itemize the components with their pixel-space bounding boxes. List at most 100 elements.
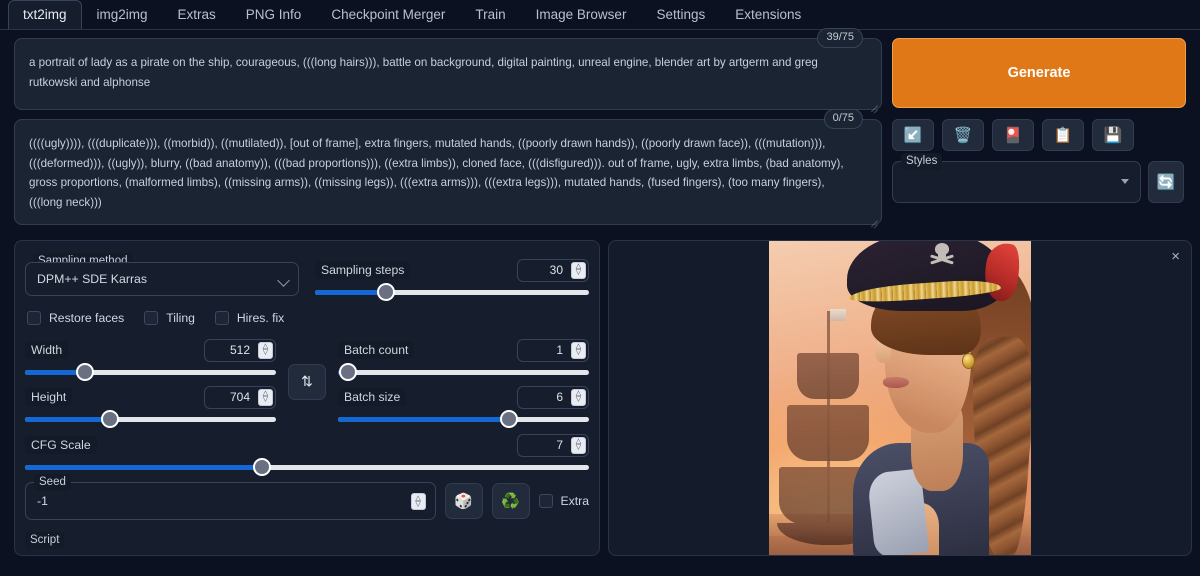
tab-label: Settings [656,7,706,22]
resize-grip-icon[interactable] [867,96,878,114]
extra-seed-checkbox[interactable]: Extra [538,494,589,508]
webui-root: txt2img img2img Extras PNG Info Checkpoi… [0,0,1200,576]
chevron-down-icon [277,274,290,287]
hires-fix-checkbox[interactable]: Hires. fix [214,311,284,325]
styles-dropdown[interactable]: Styles [892,153,1141,203]
batch-count-slider-group: Batch count 1 △ ▽ [338,338,589,381]
tab-extras[interactable]: Extras [163,0,231,29]
sampling-steps-numberbox[interactable]: 30 △ ▽ [517,258,589,282]
sampling-steps-label: Sampling steps [315,261,411,279]
sampling-method-group: Sampling method DPM++ SDE Karras [25,253,299,297]
reuse-seed-recycle-icon[interactable]: ♻️ [491,483,530,519]
checkbox-label: Extra [560,494,589,508]
slider-thumb[interactable] [101,410,120,428]
checkbox-box [144,311,159,325]
batch-column: Batch count 1 △ ▽ Batch size 6 △ ▽ [338,338,589,428]
gold-earring [962,353,975,369]
slider-thumb[interactable] [499,410,518,428]
stepper-icon[interactable]: △ ▽ [410,493,426,510]
toggles-row: Restore faces Tiling Hires. fix [27,311,589,325]
random-seed-dice-icon[interactable]: 🎲 [444,483,483,519]
batch-size-track[interactable] [338,410,589,428]
seed-input[interactable]: Seed -1 △ ▽ [25,474,436,520]
tab-txt2img[interactable]: txt2img [8,0,82,29]
tab-png-info[interactable]: PNG Info [231,0,317,29]
batch-count-numberbox[interactable]: 1 △ ▽ [517,338,589,362]
stepper-icon[interactable]: △ ▽ [258,388,273,406]
checkbox-label: Restore faces [49,311,125,325]
slider-fill [315,290,387,295]
slider-thumb[interactable] [339,363,358,381]
tab-train[interactable]: Train [460,0,520,29]
close-icon[interactable]: × [1171,249,1180,264]
positive-prompt-input[interactable]: a portrait of lady as a pirate on the sh… [15,39,881,109]
height-label: Height [25,388,73,406]
cfg-slider-group: CFG Scale 7 △ ▽ [25,433,589,476]
batch-count-track[interactable] [338,363,589,381]
negative-prompt-box[interactable]: 0/75 ((((ugly)))), (((duplicate))), ((mo… [14,109,882,229]
generated-image[interactable] [769,241,1031,555]
slider-thumb[interactable] [252,458,271,476]
width-numberbox[interactable]: 512 △ ▽ [204,338,276,362]
tab-label: Train [475,7,506,22]
cfg-track[interactable] [25,458,589,476]
positive-token-counter: 39/75 [817,28,863,48]
tab-img2img[interactable]: img2img [82,0,163,29]
sampling-row: Sampling method DPM++ SDE Karras Samplin… [25,253,589,301]
chevron-down-icon [1121,179,1129,184]
stepper-icon[interactable]: △ ▽ [571,436,586,454]
ship-flag [830,309,846,321]
generate-button[interactable]: Generate [892,38,1186,108]
stepper-icon[interactable]: △ ▽ [258,341,273,359]
checkbox-label: Tiling [166,311,195,325]
size-column: Width 512 △ ▽ Height 704 △ ▽ [25,338,276,428]
batch-size-numberbox[interactable]: 6 △ ▽ [517,385,589,409]
stepper-icon[interactable]: △ ▽ [571,388,586,406]
stepper-icon[interactable]: △ ▽ [571,261,586,279]
prompt-tool-buttons: ↙️ 🗑️ 🎴 📋 💾 [892,119,1184,151]
tab-extensions[interactable]: Extensions [720,0,816,29]
save-icon[interactable]: 💾 [1092,119,1134,151]
styles-row: Styles 🔄 [892,153,1184,203]
sampling-method-value: DPM++ SDE Karras [37,272,148,286]
positive-prompt-box[interactable]: 39/75 a portrait of lady as a pirate on … [14,28,882,114]
slider-thumb[interactable] [377,283,396,301]
script-label: Script [25,532,65,549]
seed-label: Seed [34,474,71,491]
stepper-icon[interactable]: △ ▽ [571,341,586,359]
extra-networks-icon[interactable]: 🎴 [992,119,1034,151]
tab-label: Extensions [735,7,802,22]
cfg-scale-numberbox[interactable]: 7 △ ▽ [517,433,589,457]
sampling-method-select[interactable]: DPM++ SDE Karras [25,262,299,296]
swap-dimensions-icon[interactable]: ⇅ [288,363,326,400]
height-track[interactable] [25,410,276,428]
clipboard-icon[interactable]: 📋 [1042,119,1084,151]
slider-fill [25,417,111,422]
height-numberbox[interactable]: 704 △ ▽ [204,385,276,409]
resize-grip-icon[interactable] [867,211,878,229]
pirate-figure [847,241,1031,555]
sampling-steps-slider-group: Sampling steps 30 △ ▽ [315,258,589,301]
lower-area: Sampling method DPM++ SDE Karras Samplin… [0,234,1200,556]
slider-thumb[interactable] [76,363,95,381]
width-label: Width [25,341,69,359]
sampling-steps-track[interactable] [315,283,589,301]
checkbox-box [538,494,553,508]
read-generation-parameters-icon[interactable]: ↙️ [892,119,934,151]
width-slider-group: Width 512 △ ▽ [25,338,276,381]
height-value: 704 [229,390,250,404]
width-track[interactable] [25,363,276,381]
tab-checkpoint-merger[interactable]: Checkpoint Merger [316,0,460,29]
trash-icon[interactable]: 🗑️ [942,119,984,151]
slider-fill [338,417,509,422]
tab-image-browser[interactable]: Image Browser [521,0,642,29]
tiling-checkbox[interactable]: Tiling [144,311,195,325]
slider-fill [25,465,262,470]
output-image-panel: × [608,240,1192,556]
tab-settings[interactable]: Settings [641,0,720,29]
checkbox-box [214,311,229,325]
main-tab-bar: txt2img img2img Extras PNG Info Checkpoi… [0,0,1200,30]
negative-prompt-input[interactable]: ((((ugly)))), (((duplicate))), ((morbid)… [15,120,881,224]
restore-faces-checkbox[interactable]: Restore faces [27,311,124,325]
refresh-styles-icon[interactable]: 🔄 [1148,161,1184,203]
